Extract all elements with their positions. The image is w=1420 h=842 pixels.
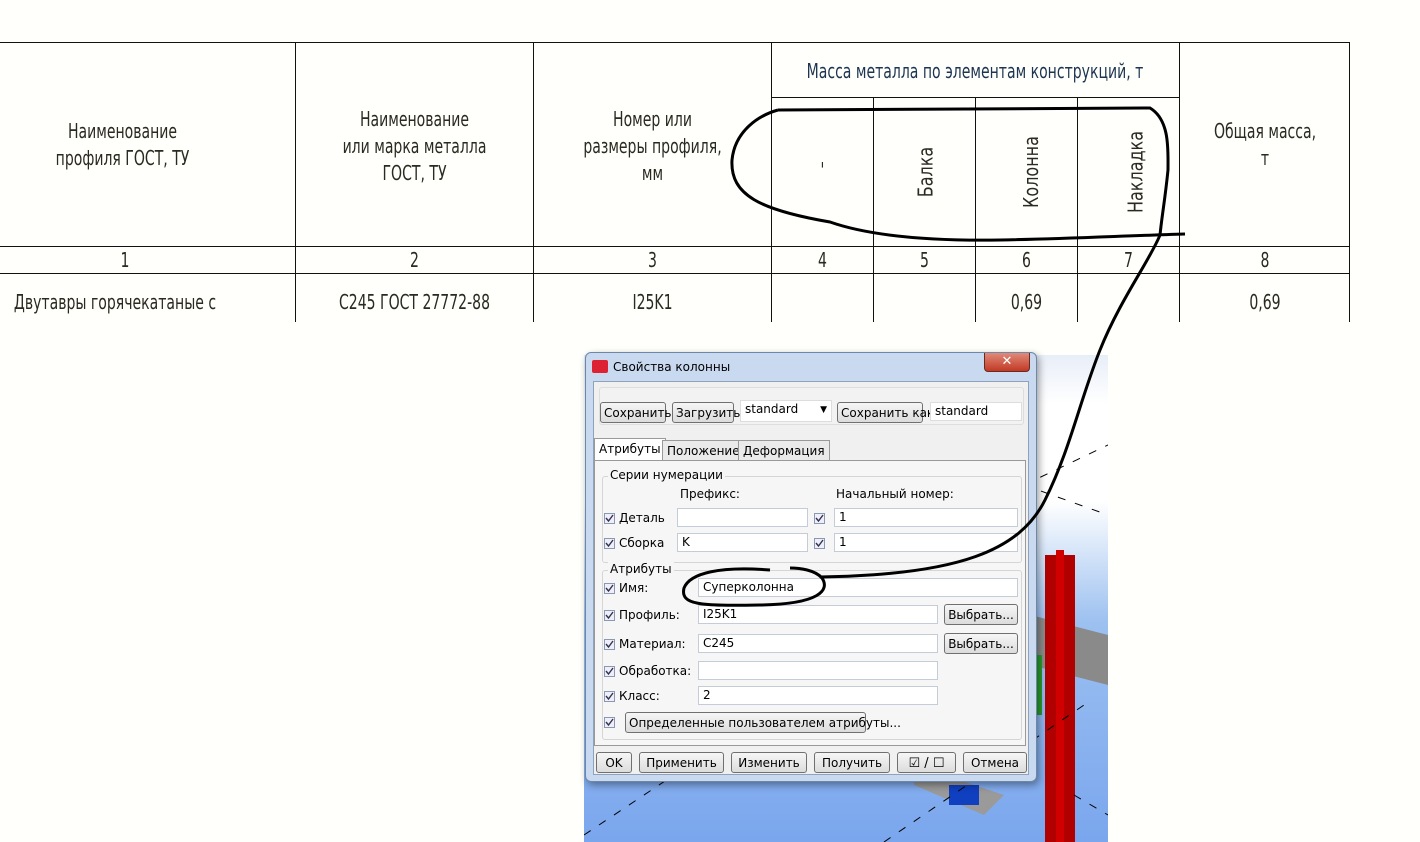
column-number: 4 — [818, 248, 827, 272]
header-line: мм — [641, 161, 664, 185]
close-icon: ✕ — [1001, 354, 1013, 369]
attributes-group-label: Атрибуты — [608, 561, 674, 577]
header-line: или марка металла — [342, 134, 487, 158]
table-border-top — [0, 42, 1350, 43]
header-column: Колонна — [1018, 136, 1043, 208]
header-line: Наименование — [67, 119, 178, 143]
preset-value: standard — [745, 402, 799, 416]
tab-deformation[interactable]: Деформация — [738, 440, 830, 461]
finish-checkbox[interactable] — [604, 666, 615, 677]
part-checkbox[interactable] — [604, 513, 615, 524]
table-divider — [975, 97, 976, 322]
start-number-header: Начальный номер: — [836, 487, 954, 501]
header-line: размеры профиля, — [583, 134, 722, 158]
column-number: 2 — [410, 248, 419, 272]
header-line: Номер или — [613, 107, 692, 131]
uda-checkbox[interactable] — [604, 717, 615, 728]
save-button[interactable]: Сохранить — [600, 402, 672, 423]
tab-position[interactable]: Положение — [662, 440, 745, 461]
finish-input[interactable] — [698, 661, 938, 680]
header-profile-size: Номер или размеры профиля, мм — [560, 106, 745, 187]
part-prefix-input[interactable] — [677, 508, 808, 527]
numbering-group-label: Серии нумерации — [608, 467, 725, 483]
profile-checkbox[interactable] — [604, 610, 615, 621]
profile-input[interactable]: I25K1 — [698, 605, 938, 624]
column-number: 8 — [1260, 248, 1270, 272]
header-line: т — [1260, 146, 1270, 170]
class-label: Класс: — [619, 689, 660, 703]
assembly-start-checkbox[interactable] — [814, 538, 825, 549]
assembly-start-input[interactable]: 1 — [834, 533, 1018, 552]
toggle-all-checkboxes-button[interactable]: ☑ / ☐ — [897, 752, 956, 773]
assembly-checkbox[interactable] — [604, 538, 615, 549]
column-number: 5 — [920, 248, 929, 272]
dialog-title: Свойства колонны — [613, 360, 731, 374]
chevron-down-icon: ▼ — [820, 405, 827, 415]
cancel-button[interactable]: Отмена — [963, 752, 1027, 773]
ok-button[interactable]: OK — [596, 752, 632, 773]
cell-name: Двутавры горячекатаные с — [13, 290, 217, 314]
material-checkbox[interactable] — [604, 639, 615, 650]
table-divider — [295, 42, 296, 322]
header-line: Общая масса, — [1213, 119, 1317, 143]
assembly-prefix-input[interactable]: K — [677, 533, 808, 552]
table-divider — [771, 42, 772, 322]
cell-profile: I25K1 — [632, 290, 673, 314]
get-button[interactable]: Получить — [814, 752, 890, 773]
assembly-label: Сборка — [619, 536, 665, 550]
header-line: Наименование — [359, 107, 470, 131]
material-input[interactable]: C245 — [698, 634, 938, 653]
prefix-header: Префикс: — [680, 487, 740, 501]
select-profile-button[interactable]: Выбрать... — [944, 604, 1018, 625]
part-start-checkbox[interactable] — [814, 513, 825, 524]
name-input[interactable]: Суперколонна — [698, 578, 1018, 597]
header-profile-name: Наименование профиля ГОСТ, ТУ — [27, 118, 218, 172]
header-col4: ' — [820, 158, 825, 182]
modify-button[interactable]: Изменить — [731, 752, 807, 773]
cell-total-mass: 0,69 — [1249, 290, 1281, 314]
class-checkbox[interactable] — [604, 691, 615, 702]
cell-column-mass: 0,69 — [1010, 290, 1043, 314]
table-divider — [1077, 97, 1078, 322]
select-material-button[interactable]: Выбрать... — [944, 633, 1018, 654]
column-number: 6 — [1022, 248, 1031, 272]
column-number: 3 — [648, 248, 657, 272]
header-plate: Накладка — [1123, 130, 1148, 214]
header-line: ГОСТ, ТУ — [382, 161, 447, 185]
header-metal-name: Наименование или марка металла ГОСТ, ТУ — [322, 106, 507, 187]
check-toggle-icon: ☑ / ☐ — [908, 756, 945, 771]
user-defined-attributes-button[interactable]: Определенные пользователем атрибуты... — [625, 712, 901, 733]
preset-select[interactable]: standard ▼ — [740, 400, 832, 422]
profile-label: Профиль: — [619, 608, 680, 622]
header-beam: Балка — [913, 146, 938, 198]
cell-material: С245 ГОСТ 27772-88 — [338, 290, 491, 314]
name-label: Имя: — [619, 581, 649, 595]
load-button[interactable]: Загрузить — [672, 402, 740, 423]
table-divider — [1349, 42, 1350, 322]
column-number: 1 — [120, 248, 130, 272]
dialog-body: Сохранить Загрузить standard ▼ Сохранить… — [593, 381, 1029, 775]
material-label: Материал: — [619, 637, 686, 651]
part-start-input[interactable]: 1 — [834, 508, 1018, 527]
table-divider — [873, 97, 874, 322]
class-input[interactable]: 2 — [698, 686, 938, 705]
name-checkbox[interactable] — [604, 583, 615, 594]
table-divider — [1179, 42, 1180, 322]
save-as-name-input[interactable]: standard — [930, 402, 1022, 421]
part-label: Деталь — [619, 511, 665, 525]
header-mass-group: Масса металла по элементам конструкций, … — [806, 59, 1144, 83]
finish-label: Обработка: — [619, 664, 692, 678]
close-button[interactable]: ✕ — [984, 353, 1030, 372]
header-total-mass: Общая масса, т — [1199, 118, 1332, 172]
column-number: 7 — [1124, 248, 1133, 272]
app-icon — [592, 360, 608, 373]
column-properties-dialog: Свойства колонны ✕ Сохранить Загрузить s… — [585, 352, 1037, 782]
table-divider — [533, 42, 534, 322]
save-as-button[interactable]: Сохранить как — [837, 402, 934, 423]
tab-attributes[interactable]: Атрибуты — [594, 438, 666, 460]
header-line: профиля ГОСТ, ТУ — [55, 146, 190, 170]
apply-button[interactable]: Применить — [639, 752, 724, 773]
